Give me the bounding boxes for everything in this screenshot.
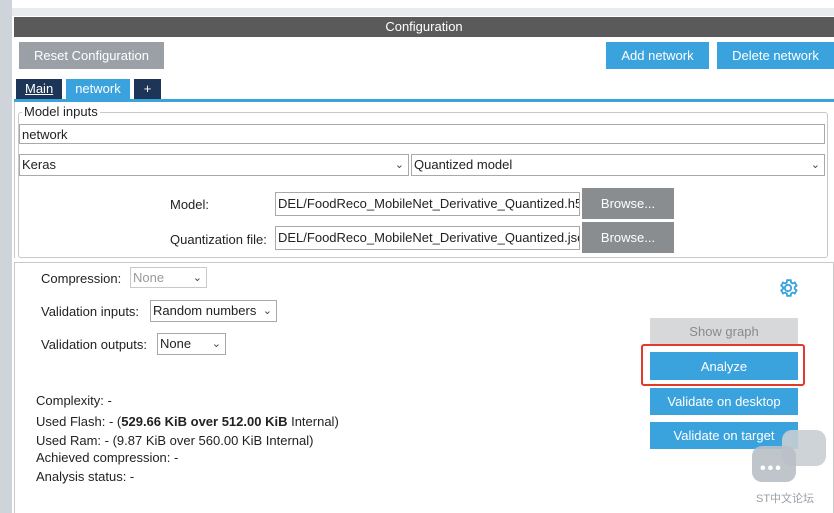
configuration-header: Configuration [14,17,834,37]
compression-value: None [133,270,165,285]
quantization-path-input[interactable]: DEL/FoodReco_MobileNet_Derivative_Quanti… [275,226,580,250]
quantization-browse-button[interactable]: Browse... [582,222,674,253]
used-flash-suffix: Internal) [287,414,339,429]
quantization-file-label: Quantization file: [170,232,267,247]
top-bar [12,8,834,16]
tab-main[interactable]: Main [16,79,63,99]
model-type-value: Quantized model [414,157,513,172]
model-path-input[interactable]: DEL/FoodReco_MobileNet_Derivative_Quanti… [275,192,580,216]
analyze-highlight-box [641,344,805,386]
tab-network[interactable]: network [66,79,130,99]
forum-watermark-logo: ••• ST中文论坛 [752,428,830,510]
gear-icon[interactable] [777,277,799,299]
used-ram-text: Used Ram: - (9.87 KiB over 560.00 KiB In… [36,433,314,448]
tab-add[interactable]: + [133,79,162,99]
validation-inputs-value: Random numbers [153,303,257,318]
model-browse-button[interactable]: Browse... [582,188,674,219]
chevron-down-icon: ⌄ [262,305,272,317]
model-label: Model: [170,197,210,212]
validation-outputs-label: Validation outputs: [41,337,147,352]
chevron-down-icon: ⌄ [192,272,202,284]
left-border-strip [0,0,12,513]
validation-inputs-label: Validation inputs: [41,304,140,319]
chevron-down-icon: ⌄ [211,338,221,350]
show-graph-button[interactable]: Show graph [650,318,798,344]
chevron-down-icon: ⌄ [810,159,820,171]
watermark-text: ST中文论坛 [756,493,815,505]
chat-dots-icon: ••• [760,460,783,477]
tab-bar: Main network + [16,79,165,99]
framework-select[interactable]: Keras ⌄ [19,154,409,176]
complexity-text: Complexity: - [36,393,112,408]
compression-select[interactable]: None ⌄ [130,267,207,288]
model-inputs-legend: Model inputs [22,104,100,119]
model-type-select[interactable]: Quantized model ⌄ [411,154,825,176]
reset-configuration-button[interactable]: Reset Configuration [19,42,164,69]
network-name-input[interactable]: network [19,124,825,144]
compression-label: Compression: [41,271,122,286]
analysis-status-text: Analysis status: - [36,469,135,484]
used-flash-prefix: Used Flash: - ( [36,414,122,429]
used-flash-value: 529.66 KiB over 512.00 KiB [121,414,288,429]
validate-desktop-button[interactable]: Validate on desktop [650,388,798,415]
delete-network-button[interactable]: Delete network [717,42,834,69]
add-network-button[interactable]: Add network [606,42,709,69]
validation-outputs-select[interactable]: None ⌄ [157,333,226,355]
chevron-down-icon: ⌄ [394,159,404,171]
framework-value: Keras [22,157,56,172]
validation-inputs-select[interactable]: Random numbers ⌄ [150,300,277,322]
used-flash-text: Used Flash: - (529.66 KiB over 512.00 Ki… [36,414,339,429]
validation-outputs-value: None [160,336,192,351]
achieved-compression-text: Achieved compression: - [36,450,179,465]
